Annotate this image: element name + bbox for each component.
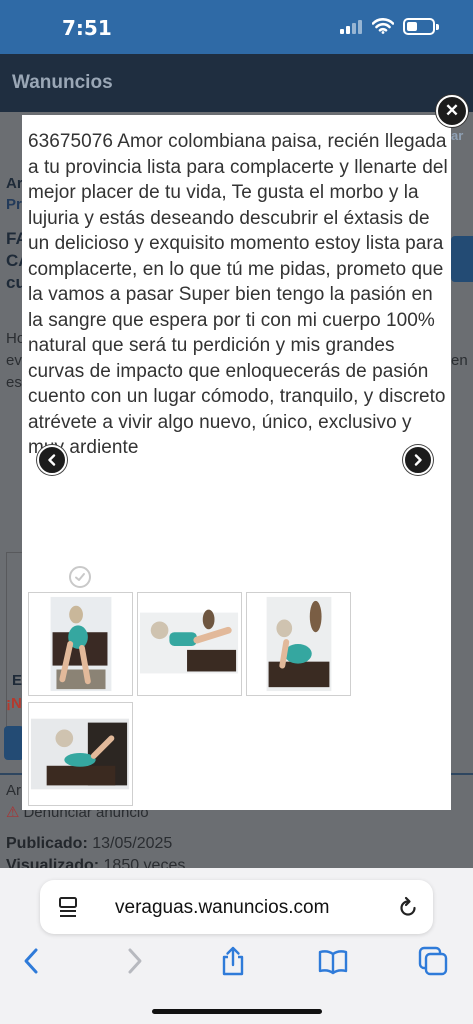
url-text[interactable]: veraguas.wanuncios.com — [115, 897, 329, 919]
browser-toolbar: veraguas.wanuncios.com — [0, 868, 473, 1024]
reload-icon[interactable] — [397, 895, 419, 919]
next-photo-button[interactable] — [403, 445, 433, 475]
published-row: Publicado: 13/05/2025 — [6, 835, 172, 853]
bg-fragment-es: es — [6, 374, 22, 391]
share-button[interactable] — [218, 946, 248, 976]
page-settings-icon[interactable] — [58, 896, 78, 918]
close-button[interactable]: ✕ — [436, 95, 468, 127]
lightbox-modal: 63675076 Amor colombiana paisa, recién l… — [22, 115, 451, 810]
bg-fragment-a1: Ar — [6, 175, 23, 192]
forward-button[interactable] — [119, 946, 149, 976]
checkmark-icon — [69, 566, 91, 588]
share-icon — [222, 946, 244, 976]
bg-fragment-excl: ¡N — [6, 695, 22, 712]
bg-fragment-a2: Pr — [6, 196, 22, 213]
ad-description: 63675076 Amor colombiana paisa, recién l… — [28, 131, 448, 458]
chevron-left-icon — [24, 948, 38, 974]
cellular-signal-icon — [340, 20, 364, 34]
chevron-left-icon — [48, 454, 56, 466]
tabs-icon — [418, 946, 448, 976]
site-header: Wanuncios — [0, 54, 473, 112]
home-indicator — [152, 1009, 322, 1014]
bg-fragment-ev: ev — [6, 352, 22, 369]
published-label: Publicado: — [6, 835, 88, 852]
tabs-button[interactable] — [418, 946, 448, 976]
bg-fragment-en-right: en — [451, 352, 468, 369]
bg-fragment-ar-right: ar — [451, 128, 464, 143]
bg-fragment-e: E — [12, 672, 23, 689]
published-value: 13/05/2025 — [92, 835, 173, 852]
previous-photo-button[interactable] — [37, 445, 67, 475]
chevron-right-icon — [128, 948, 142, 974]
wifi-icon — [372, 18, 394, 34]
background-right-button — [451, 236, 473, 282]
thumbnail-photo-3[interactable] — [246, 592, 351, 696]
background-call-button — [4, 726, 24, 760]
battery-icon — [403, 18, 439, 35]
status-time: 7:51 — [62, 16, 112, 40]
bookmarks-button[interactable] — [318, 946, 348, 976]
thumbnail-photo-4[interactable] — [28, 702, 133, 806]
book-icon — [318, 950, 348, 975]
back-button[interactable] — [17, 946, 47, 976]
chevron-right-icon — [414, 454, 422, 466]
warning-icon: ⚠ — [6, 804, 20, 821]
thumbnail-photo-2[interactable] — [137, 592, 242, 696]
address-bar[interactable]: veraguas.wanuncios.com — [40, 880, 433, 934]
thumbnail-photo-1[interactable] — [28, 592, 133, 696]
bg-fragment-ar2: Ar — [6, 782, 21, 799]
status-bar: 7:51 — [0, 0, 473, 54]
site-title[interactable]: Wanuncios — [12, 72, 113, 94]
